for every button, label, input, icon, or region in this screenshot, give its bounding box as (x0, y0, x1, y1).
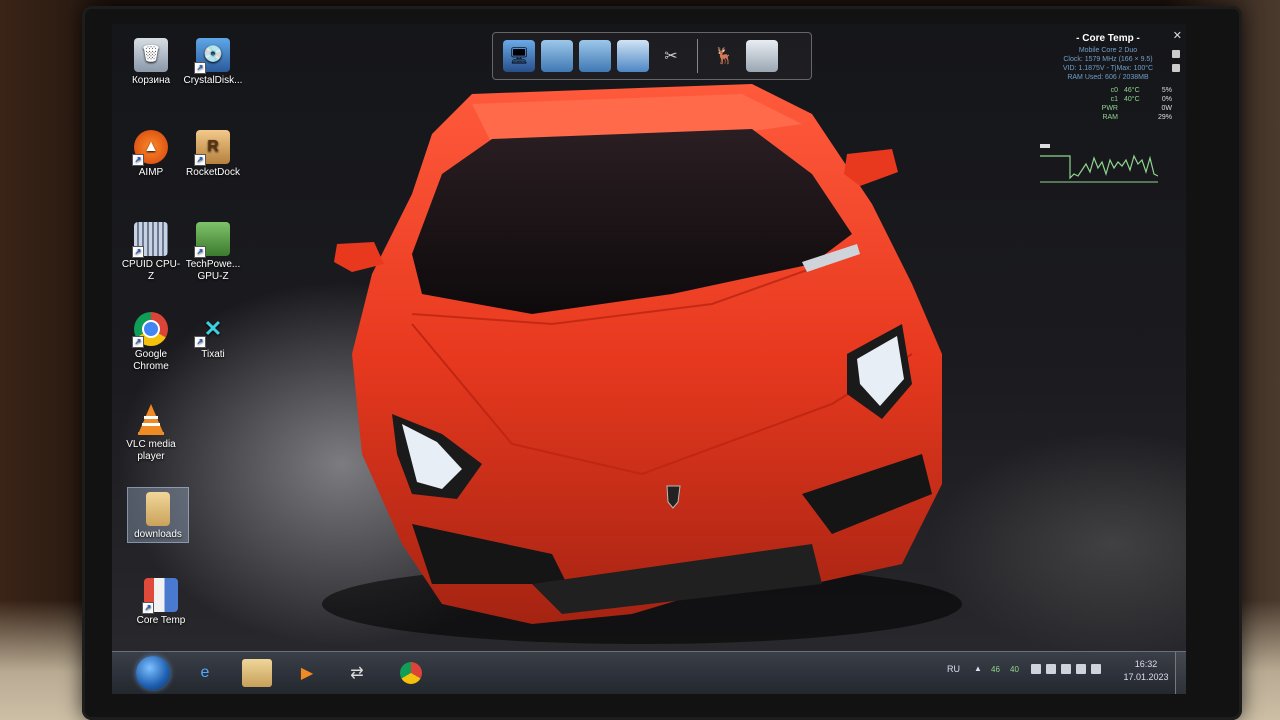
desktop-icon-label: TechPowe... GPU-Z (185, 259, 241, 282)
folder-icon (146, 492, 170, 526)
close-icon[interactable]: ✕ (1173, 31, 1182, 42)
show-desktop-button[interactable] (1175, 652, 1186, 694)
core-temp-clock: Clock: 1579 MHz (166 × 9.5) (1063, 56, 1153, 63)
usb-icon[interactable] (1046, 664, 1056, 674)
flag-icon[interactable] (1031, 664, 1041, 674)
desktop-icon-label: downloads (134, 529, 182, 540)
folder-icon[interactable] (579, 40, 611, 72)
core-temp-vid: VID: 1.1875V - TjMax: 100°C (1062, 65, 1154, 72)
rocketdock-bar: 🖥 ✂ 🦌 (492, 32, 812, 80)
core-temp-gadget: ✕ - Core Temp - Mobile Core 2 Duo Clock:… (1034, 31, 1182, 192)
core-temp-row: PWR 0W (1101, 105, 1172, 112)
desktop-icon-recycle-bin[interactable]: 🗑 Корзина (120, 38, 182, 87)
computer-icon[interactable]: 🖥 (503, 40, 535, 72)
rocketdock-icon: R ↗ (194, 130, 230, 166)
desktop-icon-coretemp[interactable]: ↗ Core Temp (130, 578, 192, 627)
desktop-icon-gpuz[interactable]: ↗ TechPowe... GPU-Z (182, 222, 244, 283)
network-icon[interactable]: ⇄ (342, 659, 372, 687)
tray-expand-icon[interactable]: ▲ (974, 664, 982, 673)
tray-temp-core1[interactable]: 40 (1010, 665, 1019, 674)
desktop-icon-crystaldisk[interactable]: 💿 ↗ CrystalDisk... (182, 38, 244, 87)
taskbar: e ▶ ⇄ RU ▲ 46 40 16:32 17.01.2023 (112, 651, 1186, 694)
start-button[interactable] (136, 656, 170, 690)
desktop-icon-rocketdock[interactable]: R ↗ RocketDock (182, 130, 244, 179)
wrench-icon[interactable] (1172, 64, 1180, 72)
vlc-icon (134, 402, 168, 436)
core-temp-graph (1040, 144, 1158, 183)
desktop-icon-aimp[interactable]: ▲ ↗ AIMP (120, 130, 182, 179)
desktop-icon-cpuz[interactable]: ↗ CPUID CPU-Z (120, 222, 182, 283)
desktop-icon-label: Core Temp (136, 615, 186, 626)
desktop-icon-label: CrystalDisk... (183, 75, 243, 86)
desktop-icon-vlc[interactable]: VLC media player (120, 402, 182, 463)
core-temp-ram: RAM Used: 606 / 2038MB (1067, 74, 1149, 81)
coretemp-icon: ↗ (142, 578, 178, 614)
core-temp-model: Mobile Core 2 Duo (1078, 47, 1138, 54)
desktop-screen: 🗑 Корзина 💿 ↗ CrystalDisk... ▲ ↗ AIMP R ↗ R… (112, 24, 1186, 694)
clock-date: 17.01.2023 (1123, 672, 1169, 682)
desktop-icon-label: CPUID CPU-Z (121, 259, 181, 282)
pictures-icon[interactable] (617, 40, 649, 72)
deer-icon[interactable]: 🦌 (708, 40, 740, 72)
car-wallpaper-image (322, 84, 962, 644)
desktop-icon-label: Корзина (131, 75, 171, 86)
desktop-icon-label: Google Chrome (133, 349, 169, 372)
tools-icon[interactable]: ✂ (655, 40, 687, 72)
volume-icon[interactable] (1091, 664, 1101, 674)
media-player-icon[interactable]: ▶ (292, 659, 322, 687)
desktop-icon-label: Tixati (201, 349, 225, 360)
chrome-icon: ↗ (132, 312, 168, 348)
recycle-bin-icon: 🗑 (134, 38, 168, 72)
power-icon[interactable] (1061, 664, 1071, 674)
ie-icon[interactable]: e (190, 659, 220, 687)
explorer-icon[interactable] (242, 659, 272, 687)
core-temp-row: c1 40°C 0% (1110, 96, 1172, 103)
tixati-icon: ✕ ↗ (194, 312, 230, 348)
crystaldisk-icon: 💿 ↗ (194, 38, 230, 74)
recycle-bin-icon[interactable] (746, 40, 778, 72)
desktop-icon-label: VLC media player (126, 439, 176, 462)
clock-time: 16:32 (1134, 659, 1158, 669)
language-indicator[interactable]: RU (947, 664, 960, 674)
chrome-icon[interactable] (396, 659, 426, 687)
cpuz-icon: ↗ (132, 222, 168, 258)
core-temp-title: - Core Temp - (1076, 33, 1140, 44)
gadget-size-icon[interactable] (1172, 50, 1180, 58)
signal-icon[interactable] (1076, 664, 1086, 674)
dock-separator (697, 39, 698, 73)
desktop-icon-chrome[interactable]: ↗ Google Chrome (120, 312, 182, 373)
desktop-icon-downloads[interactable]: downloads (127, 487, 189, 543)
core-temp-row: c0 46°C 5% (1110, 87, 1172, 94)
core-temp-row: RAM 29% (1102, 114, 1172, 121)
tray-temp-core0[interactable]: 46 (991, 665, 1000, 674)
aimp-icon: ▲ ↗ (132, 130, 168, 166)
gpuz-icon: ↗ (194, 222, 230, 258)
desktop-icon-tixati[interactable]: ✕ ↗ Tixati (182, 312, 244, 361)
desktop-icon-label: AIMP (138, 167, 164, 178)
desktop-icon-label: RocketDock (186, 167, 240, 178)
folder-icon[interactable] (541, 40, 573, 72)
core-temp-table: c0 46°C 5% c1 40°C 0% PWR 0W RAM 29% (1096, 86, 1182, 122)
clock[interactable]: 16:32 17.01.2023 (1116, 658, 1176, 684)
